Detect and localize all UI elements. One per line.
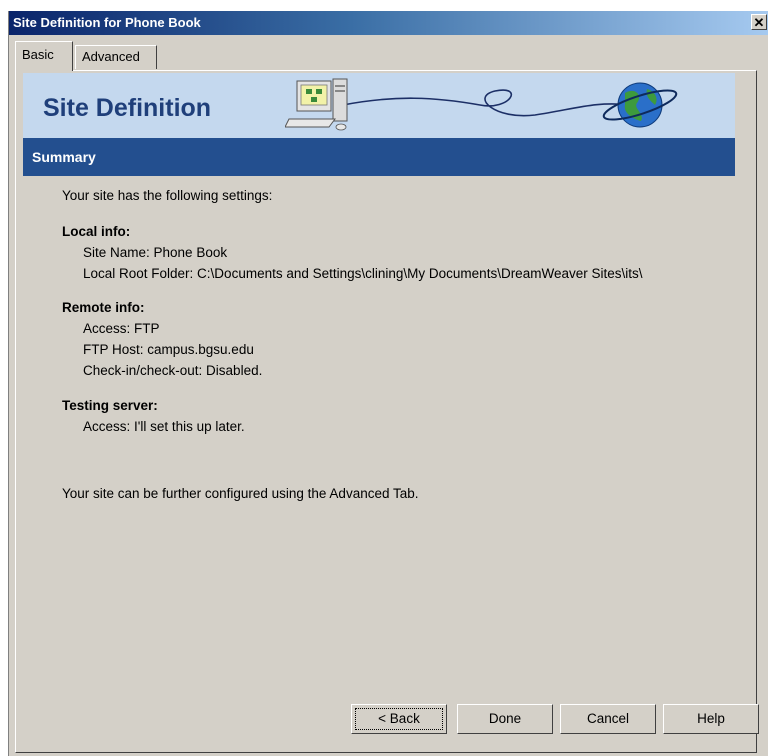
site-definition-banner: Site Definition: [23, 73, 735, 138]
tab-basic[interactable]: Basic: [15, 41, 73, 71]
network-line: [342, 89, 631, 117]
tab-advanced[interactable]: Advanced: [75, 45, 157, 69]
help-button[interactable]: Help: [663, 704, 759, 734]
close-icon: ✕: [753, 15, 765, 30]
summary-title: Summary: [32, 149, 96, 165]
globe-icon: [602, 82, 678, 128]
summary-header: Summary: [23, 138, 735, 176]
local-root-folder-value: Local Root Folder: C:\Documents and Sett…: [83, 266, 643, 281]
advanced-tab-hint: Your site can be further configured usin…: [62, 486, 419, 501]
close-button[interactable]: ✕: [751, 14, 767, 30]
cancel-button[interactable]: Cancel: [560, 704, 656, 734]
back-button[interactable]: < Back: [351, 704, 447, 734]
testing-access-value: Access: I'll set this up later.: [83, 419, 245, 434]
title-bar[interactable]: Site Definition for Phone Book ✕: [9, 11, 768, 35]
local-info-heading: Local info:: [62, 224, 131, 239]
site-name-value: Site Name: Phone Book: [83, 245, 228, 260]
remote-info-heading: Remote info:: [62, 300, 145, 315]
summary-intro: Your site has the following settings:: [62, 188, 273, 203]
remote-access-value: Access: FTP: [83, 321, 160, 336]
done-button[interactable]: Done: [457, 704, 553, 734]
ftp-host-value: FTP Host: campus.bgsu.edu: [83, 342, 254, 357]
testing-server-heading: Testing server:: [62, 398, 158, 413]
banner-title: Site Definition: [43, 94, 212, 122]
window-title: Site Definition for Phone Book: [13, 15, 201, 30]
site-definition-dialog: Site Definition for Phone Book ✕ Basic A…: [8, 11, 768, 756]
computer-icon: [285, 78, 348, 131]
banner-illustration: [285, 78, 678, 131]
checkin-checkout-value: Check-in/check-out: Disabled.: [83, 363, 263, 378]
